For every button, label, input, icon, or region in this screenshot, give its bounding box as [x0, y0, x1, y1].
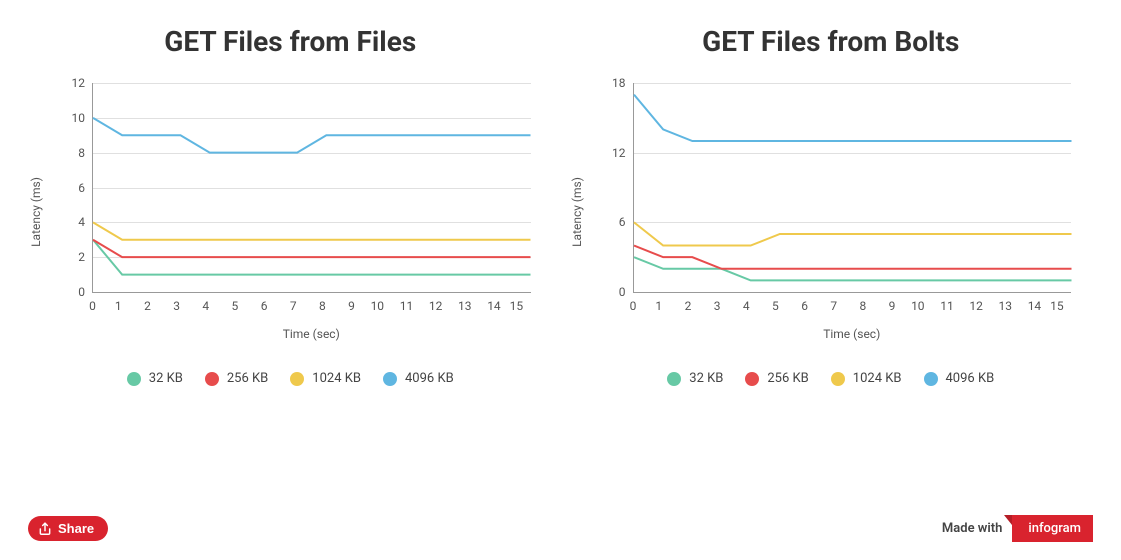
y-tick-label: 2: [78, 250, 85, 264]
x-ticks: 0123456789101112131415: [92, 299, 531, 313]
x-tick-label: 5: [232, 299, 239, 313]
y-tick-label: 4: [78, 215, 85, 229]
x-tick-label: 8: [860, 299, 867, 313]
x-tick-label: 1: [655, 299, 662, 313]
legend-label: 1024 KB: [853, 371, 902, 386]
series-line: [93, 222, 531, 239]
x-tick-label: 9: [889, 299, 896, 313]
legend-label: 256 KB: [767, 371, 808, 386]
x-tick-label: 7: [830, 299, 837, 313]
made-with-label: Made with: [942, 521, 1003, 536]
charts-container: GET Files from FilesLatency (ms)02468101…: [0, 0, 1121, 386]
series-line: [93, 118, 531, 153]
x-tick-label: 12: [969, 299, 983, 313]
legend-swatch: [205, 372, 219, 386]
y-tick-label: 10: [72, 111, 86, 125]
legend-label: 1024 KB: [312, 371, 361, 386]
series-line: [634, 95, 1072, 141]
x-tick-label: 0: [630, 299, 637, 313]
y-tick-label: 6: [78, 181, 85, 195]
plot-area: Latency (ms)0612180123456789101112131415…: [581, 83, 1082, 341]
legend-item: 256 KB: [205, 371, 268, 386]
share-icon: [38, 522, 52, 536]
grid-area: 061218: [633, 83, 1072, 293]
x-tick-label: 3: [714, 299, 721, 313]
x-tick-label: 11: [400, 299, 414, 313]
x-ticks: 0123456789101112131415: [633, 299, 1072, 313]
chart-title: GET Files from Files: [164, 25, 416, 58]
legend-swatch: [127, 372, 141, 386]
legend-item: 32 KB: [667, 371, 723, 386]
chart-title: GET Files from Bolts: [702, 25, 959, 58]
x-tick-label: 14: [1028, 299, 1042, 313]
legend-item: 1024 KB: [831, 371, 902, 386]
x-tick-label: 3: [173, 299, 180, 313]
x-tick-label: 7: [290, 299, 297, 313]
y-axis-label: Latency (ms): [570, 177, 584, 247]
legend-label: 4096 KB: [405, 371, 454, 386]
legend-swatch: [383, 372, 397, 386]
line-plot: [93, 83, 531, 292]
x-tick-label: 4: [743, 299, 750, 313]
x-tick-label: 6: [261, 299, 268, 313]
footer-bar: Share Made with infogram: [0, 515, 1121, 542]
series-line: [93, 240, 531, 257]
x-tick-label: 6: [801, 299, 808, 313]
infogram-badge: infogram: [1012, 515, 1093, 542]
y-tick-label: 0: [78, 285, 85, 299]
x-tick-label: 12: [429, 299, 443, 313]
legend-swatch: [831, 372, 845, 386]
y-tick-label: 0: [619, 285, 626, 299]
y-tick-label: 8: [78, 146, 85, 160]
plot-area: Latency (ms)0246810120123456789101112131…: [40, 83, 541, 341]
x-tick-label: 13: [999, 299, 1013, 313]
legend-swatch: [290, 372, 304, 386]
legend-swatch: [924, 372, 938, 386]
x-tick-label: 13: [458, 299, 472, 313]
legend: 32 KB 256 KB 1024 KB 4096 KB: [667, 371, 994, 386]
series-line: [634, 246, 1072, 269]
legend-label: 32 KB: [149, 371, 183, 386]
share-button-label: Share: [58, 521, 94, 536]
x-tick-label: 8: [319, 299, 326, 313]
legend-item: 1024 KB: [290, 371, 361, 386]
legend-label: 4096 KB: [946, 371, 995, 386]
x-tick-label: 9: [348, 299, 355, 313]
x-tick-label: 2: [685, 299, 692, 313]
chart-panel-1: GET Files from BoltsLatency (ms)06121801…: [581, 25, 1082, 386]
x-tick-label: 10: [371, 299, 385, 313]
grid-area: 024681012: [92, 83, 531, 293]
legend: 32 KB 256 KB 1024 KB 4096 KB: [127, 371, 454, 386]
legend-item: 256 KB: [745, 371, 808, 386]
legend-item: 32 KB: [127, 371, 183, 386]
x-axis-label: Time (sec): [92, 327, 531, 341]
y-tick-label: 12: [72, 76, 86, 90]
series-line: [634, 222, 1072, 245]
legend-item: 4096 KB: [383, 371, 454, 386]
legend-swatch: [745, 372, 759, 386]
legend-label: 256 KB: [227, 371, 268, 386]
x-tick-label: 0: [89, 299, 96, 313]
x-tick-label: 14: [487, 299, 501, 313]
y-tick-label: 18: [612, 76, 626, 90]
x-tick-label: 5: [772, 299, 779, 313]
x-tick-label: 1: [115, 299, 122, 313]
x-tick-label: 15: [1050, 299, 1064, 313]
legend-swatch: [667, 372, 681, 386]
line-plot: [634, 83, 1072, 292]
share-button[interactable]: Share: [28, 516, 108, 541]
x-axis-label: Time (sec): [633, 327, 1072, 341]
legend-label: 32 KB: [689, 371, 723, 386]
legend-item: 4096 KB: [924, 371, 995, 386]
x-tick-label: 10: [911, 299, 925, 313]
x-tick-label: 2: [144, 299, 151, 313]
x-tick-label: 15: [510, 299, 524, 313]
y-tick-label: 6: [619, 215, 626, 229]
y-tick-label: 12: [612, 146, 626, 160]
x-tick-label: 11: [940, 299, 954, 313]
x-tick-label: 4: [202, 299, 209, 313]
y-axis-label: Latency (ms): [29, 177, 43, 247]
made-with-credit[interactable]: Made with infogram: [942, 515, 1093, 542]
chart-panel-0: GET Files from FilesLatency (ms)02468101…: [40, 25, 541, 386]
